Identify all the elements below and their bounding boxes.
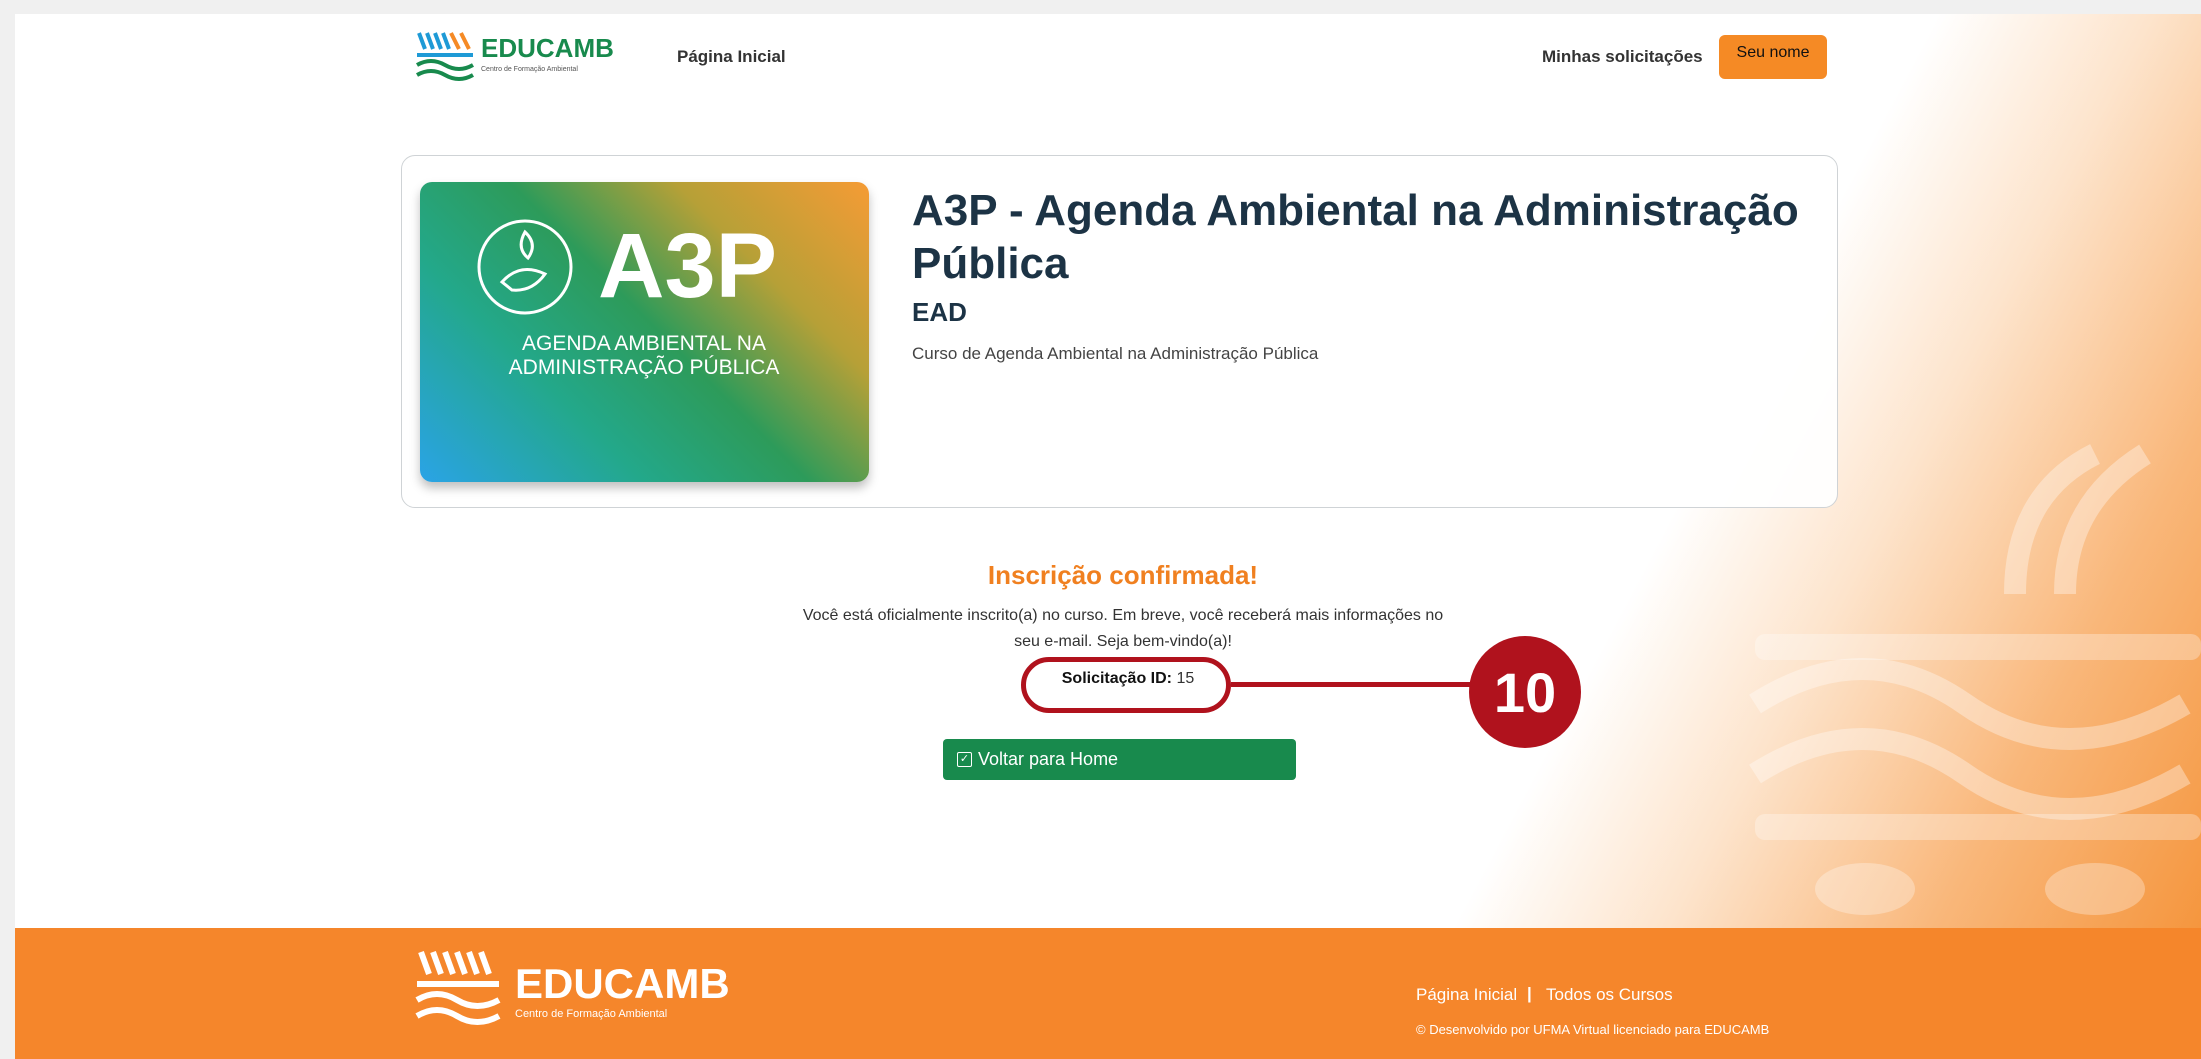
footer-educamb-logo[interactable]: EDUCAMB Centro de Formação Ambiental (415, 944, 735, 1036)
page: EDUCAMB Centro de Formação Ambiental Pág… (15, 14, 2201, 1059)
footer-copyright: © Desenvolvido por UFMA Virtual licencia… (1416, 1022, 1770, 1037)
footer-educamb-logo-icon: EDUCAMB Centro de Formação Ambiental (415, 950, 730, 1025)
back-to-home-label: Voltar para Home (978, 749, 1119, 769)
footer: EDUCAMB Centro de Formação Ambiental Pág… (15, 928, 2201, 1059)
decorative-pattern (1749, 444, 2201, 915)
confirmation-message: Você está oficialmente inscrito(a) no cu… (773, 603, 1473, 655)
annotation-highlight-ring (1021, 657, 1231, 713)
course-modality: EAD (912, 297, 967, 327)
confirmation-title: Inscrição confirmada! (987, 560, 1259, 590)
svg-text:AGENDA AMBIENTAL NA: AGENDA AMBIENTAL NA (522, 332, 766, 355)
user-menu-button[interactable]: Seu nome (1719, 35, 1827, 79)
back-to-home-button[interactable]: ✓ Voltar para Home (943, 739, 1296, 780)
educamb-logo-icon: EDUCAMB Centro de Formação Ambiental (416, 32, 614, 81)
svg-text:A3P: A3P (598, 215, 777, 317)
course-image: A3P AGENDA AMBIENTAL NA ADMINISTRAÇÃO PÚ… (420, 182, 869, 482)
confirmation-message-line-2: seu e-mail. Seja bem-vindo(a)! (1014, 633, 1232, 650)
a3p-logo-icon: A3P AGENDA AMBIENTAL NA ADMINISTRAÇÃO PÚ… (477, 215, 780, 379)
course-card: A3P AGENDA AMBIENTAL NA ADMINISTRAÇÃO PÚ… (401, 155, 1838, 508)
annotation-step-badge: 10 (1469, 636, 1581, 748)
educamb-logo[interactable]: EDUCAMB Centro de Formação Ambiental (415, 27, 615, 89)
footer-all-courses-link[interactable]: Todos os Cursos (1546, 985, 1673, 1005)
nav-home-link[interactable]: Página Inicial (677, 47, 786, 67)
check-square-icon: ✓ (957, 752, 972, 767)
footer-separator: | (1527, 984, 1532, 1003)
course-description: Curso de Agenda Ambiental na Administraç… (912, 344, 1319, 363)
svg-text:Centro de Formação Ambiental: Centro de Formação Ambiental (481, 66, 578, 73)
annotation-connector-line (1231, 682, 1489, 687)
svg-text:ADMINISTRAÇÃO PÚBLICA: ADMINISTRAÇÃO PÚBLICA (509, 355, 780, 379)
svg-text:EDUCAMB: EDUCAMB (515, 960, 730, 1007)
svg-text:Centro de Formação Ambiental: Centro de Formação Ambiental (515, 1008, 667, 1020)
confirmation-message-line-1: Você está oficialmente inscrito(a) no cu… (802, 607, 1444, 624)
svg-text:EDUCAMB: EDUCAMB (481, 33, 614, 63)
footer-home-link[interactable]: Página Inicial (1416, 985, 1517, 1005)
nav-my-requests-link[interactable]: Minhas solicitações (1542, 47, 1703, 67)
course-title: A3P - Agenda Ambiental na Administração … (912, 186, 1799, 288)
